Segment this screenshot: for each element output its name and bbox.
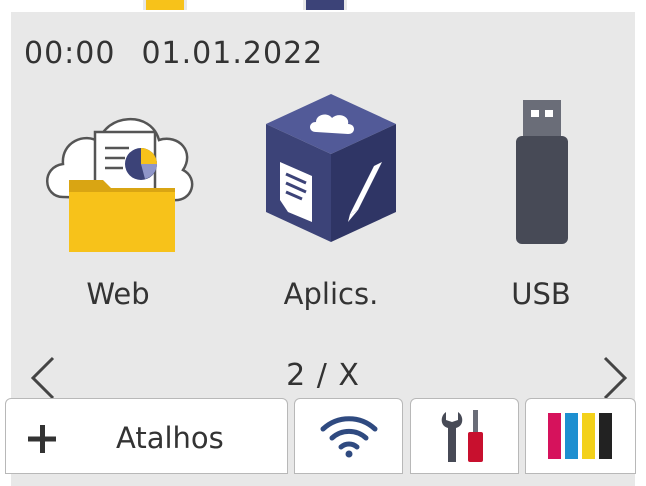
wifi-button[interactable] bbox=[294, 398, 403, 474]
date-text: 01.01.2022 bbox=[141, 36, 324, 71]
app-aplics[interactable]: Aplics. bbox=[246, 92, 416, 332]
time-text: 00:00 bbox=[24, 36, 116, 71]
previous-page-yellow-icon-edge bbox=[143, 0, 187, 10]
printer-home-screen: 00:00 01.01.2022 Web Aplics. USB 2 / X A… bbox=[0, 0, 646, 486]
app-web[interactable]: Web bbox=[33, 92, 203, 332]
settings-button[interactable] bbox=[410, 398, 519, 474]
app-label-web: Web bbox=[86, 277, 150, 311]
web-folder-cloud-icon bbox=[46, 117, 194, 252]
status-clock: 00:00 01.01.2022 bbox=[24, 36, 323, 71]
top-strip bbox=[0, 0, 646, 12]
apps-cube-icon bbox=[266, 94, 396, 242]
chevron-right-icon[interactable] bbox=[597, 356, 637, 400]
app-label-usb: USB bbox=[511, 277, 571, 311]
previous-page-blue-icon-edge bbox=[303, 0, 347, 10]
toner-button[interactable] bbox=[525, 398, 636, 474]
shortcuts-button[interactable]: Atalhos bbox=[5, 398, 288, 474]
app-label-aplics: Aplics. bbox=[283, 277, 379, 311]
usb-drive-icon bbox=[516, 100, 568, 244]
shortcuts-label: Atalhos bbox=[116, 421, 224, 455]
tools-icon bbox=[441, 410, 483, 462]
page-indicator: 2 / X bbox=[286, 358, 360, 393]
app-usb[interactable]: USB bbox=[456, 92, 626, 332]
wifi-icon bbox=[320, 416, 377, 458]
toner-icon bbox=[547, 413, 612, 459]
plus-icon bbox=[28, 425, 56, 453]
